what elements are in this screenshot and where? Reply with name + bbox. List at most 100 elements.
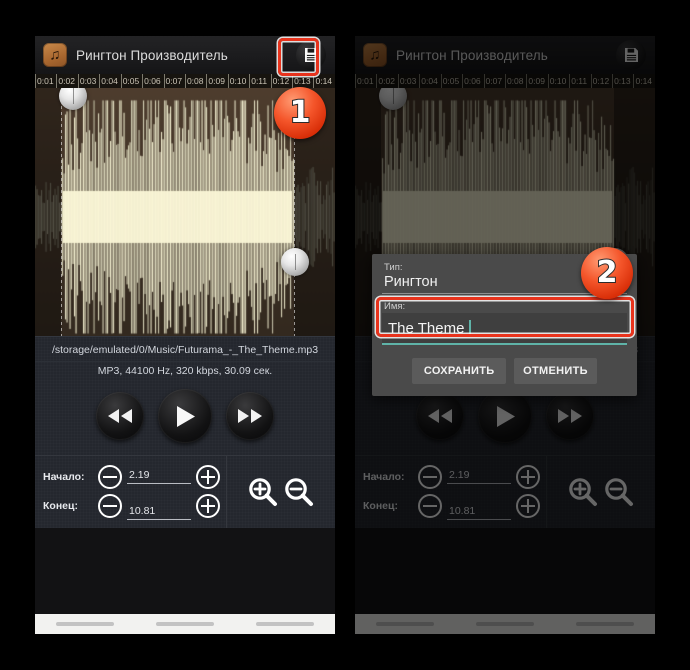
ruler-tick: 0:11 (249, 74, 270, 88)
end-marker-label: Конец: (43, 499, 78, 512)
ruler-tick: 0:13 (612, 74, 633, 88)
file-info: MP3, 44100 Hz, 320 kbps, 30.09 сек. (35, 361, 335, 385)
dialog-cancel-button[interactable]: ОТМЕНИТЬ (514, 358, 597, 384)
android-nav-bar-right (355, 614, 655, 634)
ruler-tick: 0:14 (313, 74, 334, 88)
bottom-controls: Начало: 2.19 Конец: 10.81 (355, 455, 655, 528)
marker-controls: Начало: 2.19 Конец: 10.81 (35, 456, 226, 528)
ruler-tick: 0:09 (526, 74, 547, 88)
play-icon (496, 405, 515, 427)
start-value[interactable]: 2.19 (447, 469, 511, 484)
screenshot-root: Рингтон Производитель 0:010:020:030:040:… (0, 0, 690, 670)
zoom-out-icon[interactable] (604, 477, 634, 507)
selection-end-handle[interactable] (281, 248, 309, 276)
start-marker-row: Начало: 2.19 (43, 462, 220, 491)
info-section-left: /storage/emulated/0/Music/Futurama_-_The… (35, 336, 335, 528)
play-button[interactable] (158, 389, 212, 443)
ruler-tick: 0:03 (77, 74, 99, 88)
start-increment-button[interactable] (516, 464, 540, 489)
end-marker-row: Конец: 10.81 (363, 491, 540, 520)
ruler-tick: 0:08 (504, 74, 526, 88)
floppy-disk-save-icon (624, 47, 639, 63)
annotation-badge-1-label: 1 (289, 95, 312, 130)
music-note-app-icon (43, 43, 67, 67)
end-marker-label: Конец: (363, 499, 398, 512)
selection-start-line (61, 88, 62, 336)
start-decrement-button[interactable] (418, 464, 442, 489)
ruler-tick: 0:07 (163, 74, 185, 88)
ruler-ticks: 0:01 0:02 0:03 0:04 0:05 0:06 0:07 0:08 0:09 0:10… (355, 74, 655, 88)
end-increment-button[interactable] (516, 493, 540, 518)
annotation-highlight-name-input (376, 297, 634, 337)
end-increment-button[interactable] (196, 493, 220, 518)
nav-home-button[interactable] (156, 622, 214, 626)
ruler-tick: 0:07 (483, 74, 505, 88)
annotation-badge-1: 1 (274, 87, 326, 139)
zoom-out-icon[interactable] (284, 477, 314, 507)
annotation-badge-2-label: 2 (596, 255, 619, 290)
fast-forward-button[interactable] (226, 392, 274, 440)
zoom-controls (226, 456, 335, 528)
end-decrement-button[interactable] (98, 493, 122, 518)
rewind-icon (428, 409, 452, 423)
play-button[interactable] (478, 389, 532, 443)
start-decrement-button[interactable] (98, 464, 122, 489)
ruler-tick: 0:11 (569, 74, 590, 88)
ruler-tick: 0:03 (397, 74, 419, 88)
ruler-tick: 0:05 (120, 74, 142, 88)
ruler-tick: 0:13 (292, 74, 313, 88)
zoom-in-icon[interactable] (248, 477, 278, 507)
start-increment-button[interactable] (196, 464, 220, 489)
dialog-actions: СОХРАНИТЬ ОТМЕНИТЬ (382, 358, 627, 384)
marker-controls: Начало: 2.19 Конец: 10.81 (355, 456, 546, 528)
bottom-controls: Начало: 2.19 Конец: 10.81 (35, 455, 335, 528)
dialog-save-button[interactable]: СОХРАНИТЬ (412, 358, 507, 384)
app-title: Рингтон Производитель (76, 47, 228, 63)
start-marker-label: Начало: (363, 470, 405, 483)
ruler-tick: 0:05 (440, 74, 462, 88)
ruler-ticks: 0:01 0:02 0:03 0:04 0:05 0:06 0:07 0:08 0:09 0:10… (35, 74, 335, 88)
annotation-highlight-save-button (278, 38, 319, 76)
fast-forward-button[interactable] (546, 392, 594, 440)
app-title: Рингтон Производитель (396, 47, 548, 63)
nav-back-button[interactable] (376, 622, 434, 626)
ruler-tick: 0:06 (462, 74, 483, 88)
ruler-tick: 0:12 (590, 74, 612, 88)
rewind-icon (108, 409, 132, 423)
ruler-tick: 0:10 (547, 74, 569, 88)
end-marker-row: Конец: 10.81 (43, 491, 220, 520)
type-value: Рингтон (384, 274, 438, 290)
zoom-in-icon[interactable] (568, 477, 598, 507)
end-decrement-button[interactable] (418, 493, 442, 518)
file-path: /storage/emulated/0/Music/Futurama_-_The… (35, 336, 335, 361)
fast-forward-icon (238, 409, 262, 423)
rewind-button[interactable] (416, 392, 464, 440)
nav-home-button[interactable] (476, 622, 534, 626)
nav-recents-button[interactable] (576, 622, 634, 626)
end-value[interactable]: 10.81 (447, 505, 511, 520)
nav-recents-button[interactable] (256, 622, 314, 626)
timeline-ruler-right: 0:01 0:02 0:03 0:04 0:05 0:06 0:07 0:08 0:09 0:10… (355, 74, 655, 88)
end-value[interactable]: 10.81 (127, 505, 191, 520)
ruler-tick: 0:04 (99, 74, 120, 88)
title-bar-right: Рингтон Производитель (355, 36, 655, 74)
ruler-tick: 0:02 (376, 74, 397, 88)
ruler-tick: 0:09 (206, 74, 227, 88)
ruler-tick: 0:02 (56, 74, 77, 88)
zoom-controls (546, 456, 655, 528)
start-value[interactable]: 2.19 (127, 469, 191, 484)
ruler-tick: 0:01 (35, 74, 56, 88)
ruler-tick: 0:12 (270, 74, 292, 88)
transport-controls (35, 385, 335, 455)
ruler-tick: 0:06 (142, 74, 163, 88)
selection-dim-left (35, 88, 61, 336)
nav-back-button[interactable] (56, 622, 114, 626)
play-icon (176, 405, 195, 427)
rewind-button[interactable] (96, 392, 144, 440)
ruler-tick: 0:01 (355, 74, 376, 88)
ruler-tick: 0:10 (227, 74, 249, 88)
fast-forward-icon (558, 409, 582, 423)
timeline-ruler-left: 0:01 0:02 0:03 0:04 0:05 0:06 0:07 0:08 0:09 0:10… (35, 74, 335, 88)
save-button[interactable] (616, 40, 646, 70)
ruler-tick: 0:08 (184, 74, 206, 88)
